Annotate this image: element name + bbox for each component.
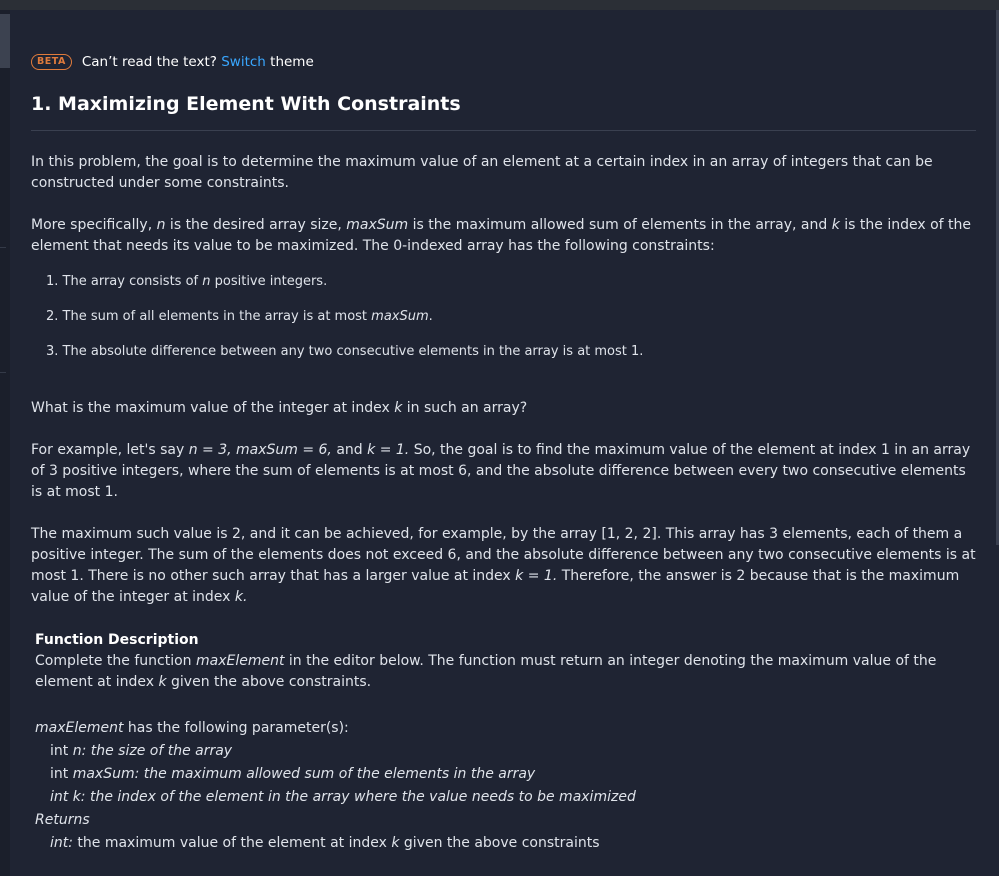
- function-description-heading: Function Description: [35, 632, 199, 648]
- question-paragraph: What is the maximum value of the integer…: [31, 400, 528, 416]
- explanation-paragraph: The maximum such value is 2, and it can …: [31, 526, 976, 605]
- constraint-item: 3. The absolute difference between any t…: [46, 344, 644, 359]
- returns-label: Returns: [35, 812, 90, 828]
- theme-banner: BETA Can’t read the text? Switch theme: [31, 52, 314, 72]
- function-description-text: Complete the function maxElement in the …: [35, 653, 937, 690]
- top-bar: [0, 0, 999, 10]
- title-divider: [31, 130, 976, 131]
- left-scrollbar-track[interactable]: [0, 10, 10, 876]
- banner-suffix: theme: [270, 54, 314, 70]
- parameter-item: int n: the size of the array: [50, 743, 233, 759]
- function-description: Function Description Complete the functi…: [35, 630, 975, 693]
- parameter-item: int maxSum: the maximum allowed sum of t…: [50, 766, 536, 782]
- switch-theme-link[interactable]: Switch: [221, 54, 266, 70]
- constraint-item: 2. The sum of all elements in the array …: [46, 309, 433, 324]
- constraint-item: 1. The array consists of n positive inte…: [46, 274, 328, 289]
- beta-badge: BETA: [31, 54, 72, 70]
- left-panel-divider: [0, 247, 6, 248]
- left-panel-divider: [0, 372, 6, 373]
- parameters-intro: maxElement has the following parameter(s…: [35, 720, 349, 736]
- problem-title: 1. Maximizing Element With Constraints: [31, 93, 461, 115]
- banner-prefix: Can’t read the text?: [81, 54, 217, 70]
- spec-paragraph: More specifically, n is the desired arra…: [31, 217, 972, 254]
- intro-paragraph: In this problem, the goal is to determin…: [31, 154, 933, 191]
- parameter-item: int k: the index of the element in the a…: [50, 789, 636, 805]
- left-scrollbar-thumb[interactable]: [0, 14, 10, 68]
- example-paragraph: For example, let's say n = 3, maxSum = 6…: [31, 442, 971, 500]
- returns-item: int: the maximum value of the element at…: [50, 835, 600, 851]
